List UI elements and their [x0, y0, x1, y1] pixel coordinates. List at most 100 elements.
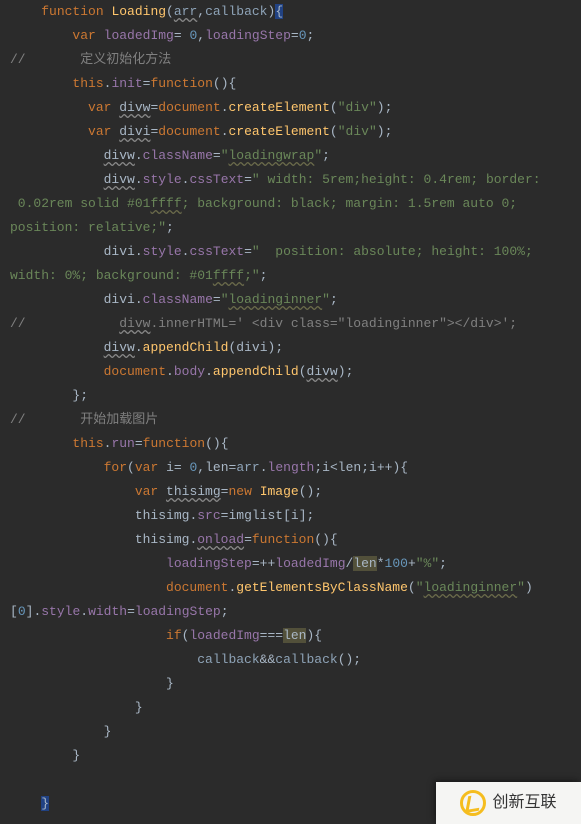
code-token: Image [260, 484, 299, 499]
code-token [10, 628, 166, 643]
code-token: i [369, 460, 377, 475]
code-line[interactable]: // 开始加载图片 [0, 408, 581, 432]
code-line[interactable]: callback&&callback(); [0, 648, 581, 672]
code-line[interactable]: var divi=document.createElement("div"); [0, 120, 581, 144]
code-token: , [197, 460, 205, 475]
code-token: . [135, 148, 143, 163]
code-token: ; [385, 100, 393, 115]
code-token [10, 580, 166, 595]
code-token: createElement [229, 124, 330, 139]
code-token: arr [174, 4, 197, 19]
code-token [10, 796, 41, 811]
code-line[interactable]: // 定义初始化方法 [0, 48, 581, 72]
code-line[interactable]: } [0, 672, 581, 696]
code-token: divi [104, 292, 135, 307]
code-token: loadedImg [189, 628, 259, 643]
code-line[interactable]: // divw.innerHTML=' <div class="loadingi… [0, 312, 581, 336]
code-token: { [229, 76, 237, 91]
code-token: " [221, 292, 229, 307]
code-line[interactable]: thisimg.onload=function(){ [0, 528, 581, 552]
code-token: ( [166, 4, 174, 19]
code-line[interactable]: width: 0%; background: #01ffff;"; [0, 264, 581, 288]
code-token: 0.02rem solid #01 [10, 196, 150, 211]
code-token: i [291, 508, 299, 523]
code-token: ; [353, 652, 361, 667]
code-token: createElement [229, 100, 330, 115]
code-token: new [228, 484, 259, 499]
code-token: () [205, 436, 221, 451]
code-line[interactable]: }; [0, 384, 581, 408]
code-token: className [143, 148, 213, 163]
code-editor[interactable]: function Loading(arr,callback){ var load… [0, 0, 581, 816]
code-token: // 开始加载图片 [10, 412, 158, 427]
code-line[interactable]: thisimg.src=imglist[i]; [0, 504, 581, 528]
code-token: " [314, 148, 322, 163]
code-token: document [104, 364, 166, 379]
code-token [10, 748, 72, 763]
code-line[interactable]: this.init=function(){ [0, 72, 581, 96]
code-line[interactable]: divw.appendChild(divi); [0, 336, 581, 360]
code-token: len [205, 460, 228, 475]
code-token: getElementsByClassName [236, 580, 408, 595]
code-line[interactable]: divi.className="loadinginner"; [0, 288, 581, 312]
code-line[interactable]: var loadedImg= 0,loadingStep=0; [0, 24, 581, 48]
code-token: ( [330, 100, 338, 115]
code-line[interactable]: } [0, 744, 581, 768]
code-token: thisimg [135, 532, 190, 547]
code-line[interactable]: divw.className="loadingwrap"; [0, 144, 581, 168]
code-token: . [166, 364, 174, 379]
code-token: ++ [377, 460, 393, 475]
code-line[interactable]: divi.style.cssText=" position: absolute;… [0, 240, 581, 264]
code-line[interactable]: [0].style.width=loadingStep; [0, 600, 581, 624]
code-token: { [330, 532, 338, 547]
code-token: ) [377, 124, 385, 139]
code-line[interactable]: var thisimg=new Image(); [0, 480, 581, 504]
code-line[interactable]: for(var i= 0,len=arr.length;i<len;i++){ [0, 456, 581, 480]
code-token: () [314, 532, 330, 547]
code-token: () [338, 652, 354, 667]
code-token: } [166, 676, 174, 691]
code-token: loadingStep [135, 604, 221, 619]
code-line[interactable]: var divw=document.createElement("div"); [0, 96, 581, 120]
code-line[interactable]: if(loadedImg===len){ [0, 624, 581, 648]
code-token: className [143, 292, 213, 307]
code-line[interactable]: function Loading(arr,callback){ [0, 0, 581, 24]
code-token: divw [104, 340, 135, 355]
code-token [10, 508, 135, 523]
code-token: = [291, 28, 299, 43]
code-token: ; background: black; margin: 1.5rem auto… [182, 196, 517, 211]
code-token [10, 388, 72, 403]
code-token: ) [377, 100, 385, 115]
code-token [10, 484, 135, 499]
code-token: ;" [244, 268, 260, 283]
code-token: init [111, 76, 142, 91]
code-line[interactable]: document.body.appendChild(divw); [0, 360, 581, 384]
code-token: ++ [260, 556, 276, 571]
code-token: function [143, 436, 205, 451]
code-token: document [166, 580, 228, 595]
code-token: style [41, 604, 80, 619]
code-token: for [104, 460, 127, 475]
code-line[interactable]: position: relative;"; [0, 216, 581, 240]
code-token: loadedImg [104, 28, 174, 43]
code-line[interactable]: 0.02rem solid #01ffff; background: black… [0, 192, 581, 216]
code-token [10, 148, 104, 163]
code-token: ; [221, 604, 229, 619]
code-token: [ [10, 604, 18, 619]
code-token: + [408, 556, 416, 571]
code-line[interactable]: } [0, 696, 581, 720]
code-token: ; [439, 556, 447, 571]
code-token [10, 100, 88, 115]
code-token: var [72, 28, 103, 43]
code-line[interactable]: document.getElementsByClassName("loading… [0, 576, 581, 600]
code-line[interactable]: loadingStep=++loadedImg/len*100+"%"; [0, 552, 581, 576]
code-line[interactable]: divw.style.cssText=" width: 5rem;height:… [0, 168, 581, 192]
code-token: [ [283, 508, 291, 523]
code-line[interactable]: } [0, 720, 581, 744]
code-token [10, 244, 104, 259]
code-token: . [80, 604, 88, 619]
code-token: loadingStep [205, 28, 291, 43]
code-line[interactable]: this.run=function(){ [0, 432, 581, 456]
code-token: ; [385, 124, 393, 139]
code-token: loadinginner [424, 580, 518, 595]
